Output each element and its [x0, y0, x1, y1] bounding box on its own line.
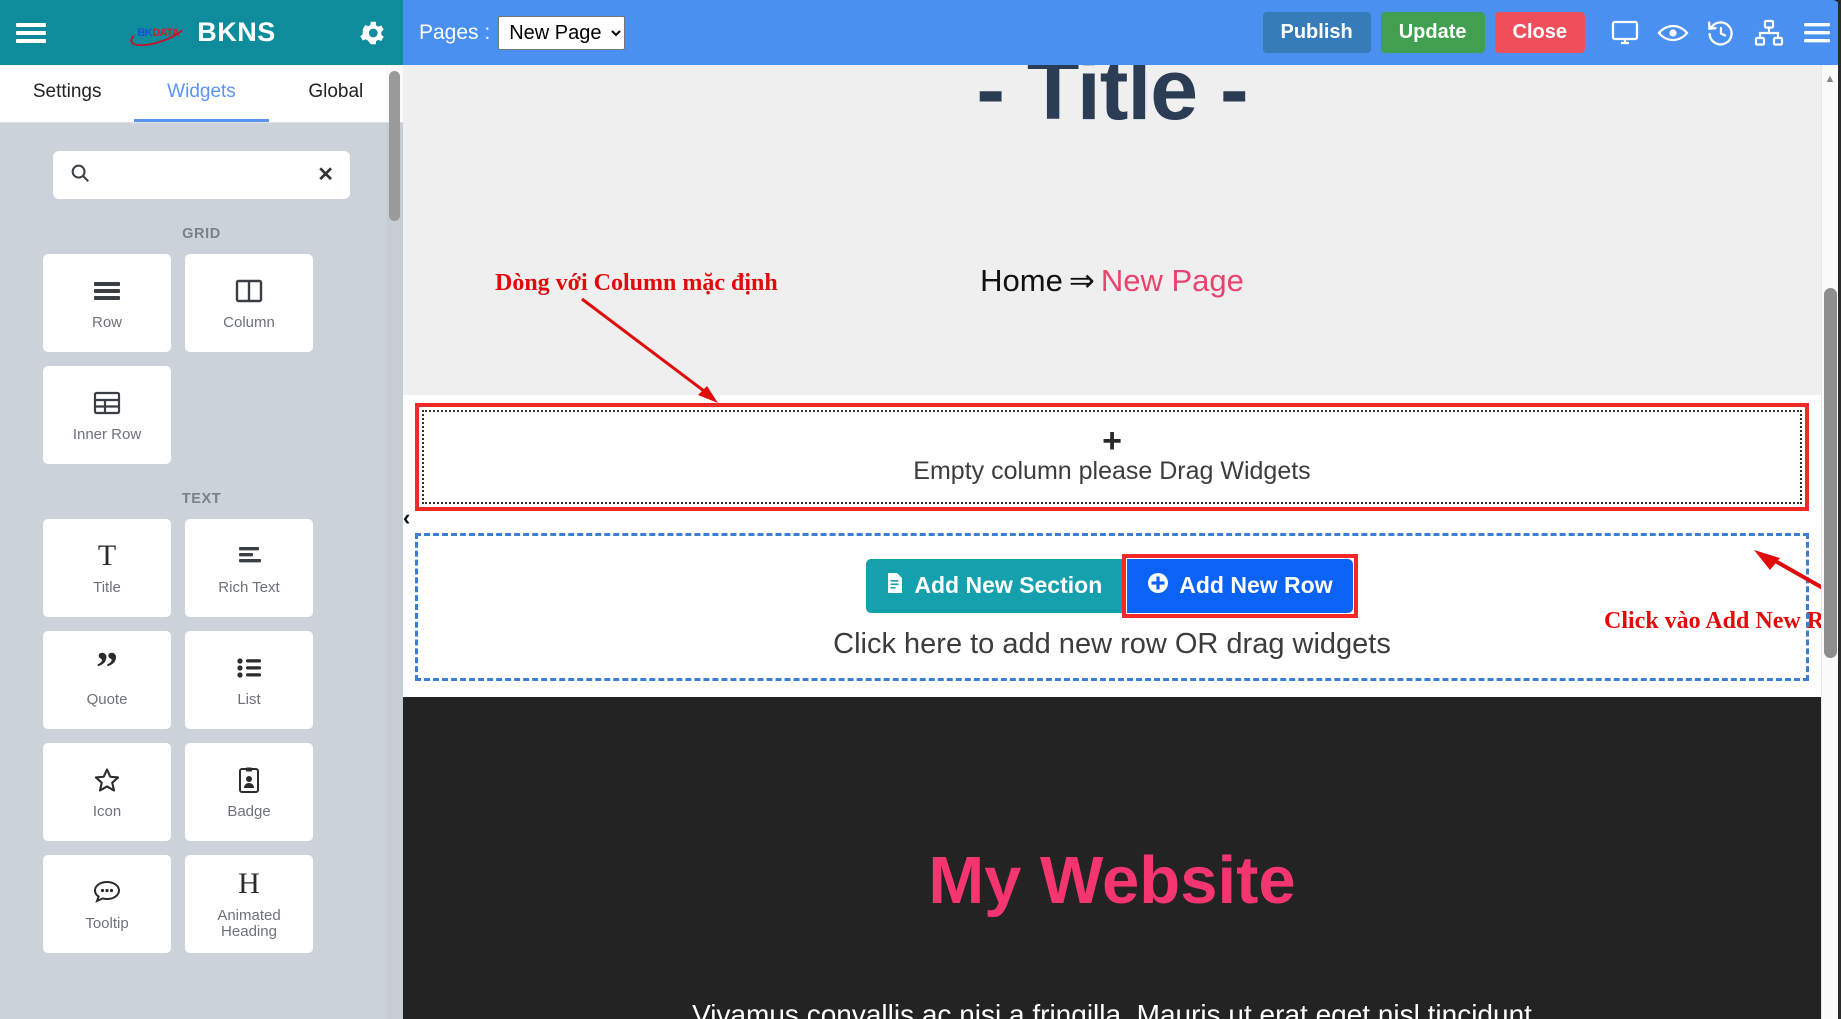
heading-h-icon: H	[238, 866, 260, 900]
dark-section-title: My Website	[928, 843, 1296, 918]
brand-title: BKNS	[197, 17, 276, 47]
update-button[interactable]: Update	[1380, 12, 1485, 53]
widget-card-title[interactable]: T Title	[43, 519, 171, 617]
widget-label: Badge	[227, 802, 271, 820]
gear-icon[interactable]	[341, 18, 403, 48]
desktop-icon[interactable]	[1601, 19, 1649, 47]
widget-label: Animated Heading	[217, 906, 281, 940]
page-canvas: - Title - Home ⇒ New Page Dòng với Column …	[403, 65, 1821, 1019]
empty-column-text: Empty column please Drag Widgets	[913, 457, 1311, 486]
widget-label: Title	[93, 578, 121, 596]
list-icon	[235, 653, 263, 683]
widget-label: Row	[91, 313, 122, 331]
empty-column-dropzone[interactable]: + Empty column please Drag Widgets	[422, 410, 1802, 504]
widget-search-box[interactable]: ✕	[53, 151, 350, 199]
eye-preview-icon[interactable]	[1649, 21, 1697, 45]
group-label-grid: GRID	[182, 226, 221, 242]
tab-global[interactable]: Global	[269, 65, 403, 122]
widget-label: Tooltip	[85, 914, 129, 932]
widget-card-inner-row[interactable]: Inner Row	[43, 366, 171, 464]
hamburger-icon[interactable]	[0, 19, 62, 47]
canvas-scrollbar[interactable]: ▲	[1821, 65, 1838, 1019]
canvas-scrollbar-thumb[interactable]	[1824, 288, 1837, 658]
app-window: BKDATA BKNS Settings Widgets Global ✕ GR…	[0, 0, 1841, 1019]
add-new-section-button[interactable]: Add New Section	[866, 558, 1123, 613]
widget-card-row[interactable]: Row	[43, 254, 171, 352]
id-badge-icon	[238, 765, 260, 795]
align-left-icon	[235, 541, 263, 571]
search-input[interactable]	[91, 166, 318, 184]
group-label-text: TEXT	[181, 491, 222, 507]
sitemap-icon[interactable]	[1745, 19, 1793, 47]
widget-card-tooltip[interactable]: Tooltip	[43, 855, 171, 953]
annotation-row-default-column: Dòng với Column mặc định	[495, 270, 778, 296]
search-icon	[69, 162, 91, 189]
hero-section[interactable]: - Title - Home ⇒ New Page Dòng với Column …	[403, 65, 1821, 403]
add-new-row-label: Add New Row	[1179, 572, 1333, 598]
pages-label: Pages :	[419, 20, 491, 44]
bkdata-logo-icon: BKDATA	[127, 14, 189, 51]
add-row-dropzone[interactable]: Add New Section Add New Row Click here t…	[415, 533, 1821, 681]
widget-label: Inner Row	[72, 425, 142, 443]
history-revisions-icon[interactable]	[1697, 19, 1745, 47]
sidebar-scrollbar-thumb[interactable]	[389, 71, 400, 221]
widget-label: Rich Text	[218, 578, 280, 596]
widget-grid-text: T Title Rich Text ” Quote List Icon Badg…	[18, 519, 385, 953]
columns-icon	[235, 276, 263, 306]
star-icon	[92, 765, 122, 795]
publish-button[interactable]: Publish	[1262, 12, 1371, 53]
widget-card-badge[interactable]: Badge	[185, 743, 313, 841]
widget-card-quote[interactable]: ” Quote	[43, 631, 171, 729]
tab-settings[interactable]: Settings	[0, 65, 134, 122]
dark-section-subtitle: Vivamus convallis ac nisi a fringilla. M…	[692, 999, 1532, 1019]
document-icon	[886, 572, 904, 600]
sidebar-scrollbar[interactable]	[386, 65, 403, 1019]
panel-tabs: Settings Widgets Global	[0, 65, 403, 123]
breadcrumb-separator-icon: ⇒	[1068, 263, 1095, 298]
widget-card-animated-heading[interactable]: H Animated Heading	[185, 855, 313, 953]
clear-search-icon[interactable]: ✕	[317, 165, 334, 185]
dark-hero-section[interactable]: My Website Vivamus convallis ac nisi a f…	[403, 697, 1821, 1019]
breadcrumb-current: New Page	[1100, 263, 1244, 298]
speech-bubble-icon	[92, 877, 122, 907]
menu-icon[interactable]	[1793, 20, 1841, 46]
text-title-icon: T	[97, 538, 117, 572]
widget-grid-grid: Row Column Inner Row	[18, 254, 385, 464]
collapse-panel-chevron-icon[interactable]: ‹	[403, 505, 410, 531]
empty-row-section[interactable]: + Empty column please Drag Widgets ‹	[403, 403, 1809, 530]
widget-label: Icon	[92, 802, 122, 820]
add-new-row-button[interactable]: Add New Row	[1127, 558, 1353, 613]
widgets-panel-body: ✕ GRID Row Column Inner Row TEXT T Title…	[0, 123, 403, 1019]
add-row-hint-text: Click here to add new row OR drag widget…	[833, 627, 1391, 660]
annotation-arrow-2-icon	[1748, 546, 1821, 621]
widget-card-rich-text[interactable]: Rich Text	[185, 519, 313, 617]
left-sidebar: BKDATA BKNS Settings Widgets Global ✕ GR…	[0, 0, 403, 1019]
widget-card-icon[interactable]: Icon	[43, 743, 171, 841]
widget-card-column[interactable]: Column	[185, 254, 313, 352]
brand-bar: BKDATA BKNS	[0, 0, 403, 65]
add-new-section-label: Add New Section	[914, 572, 1103, 598]
add-widget-plus-icon[interactable]: +	[1102, 424, 1122, 458]
table-icon	[93, 388, 121, 418]
widget-label: Quote	[86, 690, 128, 708]
widget-label: List	[237, 690, 261, 708]
plus-circle-icon	[1147, 572, 1169, 600]
tab-widgets[interactable]: Widgets	[134, 65, 269, 122]
quote-icon: ”	[96, 642, 118, 692]
rows-icon	[92, 276, 122, 306]
breadcrumb-home[interactable]: Home	[980, 263, 1063, 298]
hero-title: - Title -	[976, 65, 1248, 138]
close-button[interactable]: Close	[1494, 12, 1585, 53]
add-row-buttons: Add New Section Add New Row	[866, 553, 1358, 618]
widget-card-list[interactable]: List	[185, 631, 313, 729]
page-select[interactable]: New Page	[498, 15, 626, 50]
brand-center: BKDATA BKNS	[62, 14, 341, 51]
scroll-up-arrow-icon[interactable]: ▲	[1822, 73, 1838, 85]
widget-label: Column	[223, 313, 275, 331]
editor-toolbar: Pages : New Page Publish Update Close	[403, 0, 1841, 65]
annotation-arrow-1-icon	[578, 295, 738, 420]
add-new-row-highlight: Add New Row	[1122, 553, 1358, 618]
